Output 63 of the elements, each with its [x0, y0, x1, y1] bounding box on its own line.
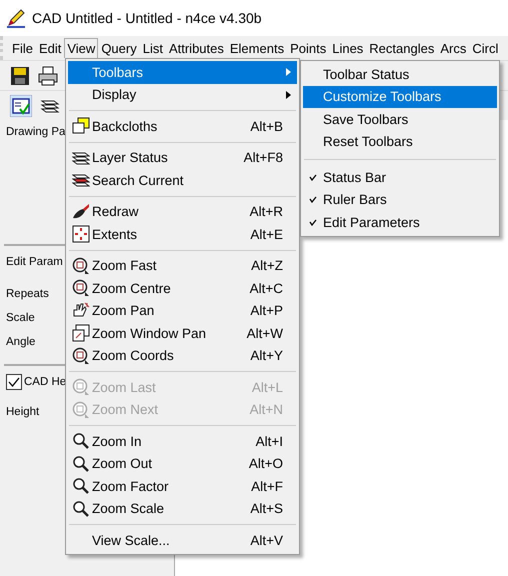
panel-label: Drawing Pa: [6, 126, 66, 138]
printer-icon[interactable]: [38, 66, 58, 86]
extents-icon: [72, 225, 90, 244]
zoom-circle-icon: [72, 279, 90, 298]
panel-label: Repeats: [6, 288, 49, 300]
menu-bar-item[interactable]: List: [140, 38, 166, 58]
menu-item[interactable]: Customize Toolbars: [303, 86, 497, 108]
magnifier-icon: [72, 454, 90, 473]
menu-item[interactable]: Zoom Centre Alt+C: [68, 277, 297, 300]
menu-item[interactable]: Backcloths Alt+B: [68, 115, 297, 138]
menu-bar-item[interactable]: Arcs: [437, 38, 470, 58]
menu-bar-item[interactable]: Elements: [226, 38, 288, 58]
magnifier-icon: [72, 477, 90, 496]
menu-bar-item[interactable]: Rectangles: [366, 38, 438, 58]
menu-item[interactable]: Display: [68, 84, 297, 106]
window-title: CAD Untitled - Untitled - n4ce v4.30b: [32, 10, 262, 26]
menu-bar-item[interactable]: Attributes: [166, 38, 227, 58]
stacked-squares-icon: [72, 117, 90, 136]
menu-item[interactable]: Zoom Factor Alt+F: [68, 475, 297, 498]
menu-bar-item[interactable]: Circl: [469, 38, 502, 58]
menu-item[interactable]: Layer Status Alt+F8: [68, 146, 297, 169]
menu-item[interactable]: Redraw Alt+R: [68, 200, 297, 223]
menu-item[interactable]: Zoom Pan Alt+P: [68, 300, 297, 322]
menu-item[interactable]: Save Toolbars: [303, 108, 497, 130]
menu-bar-item[interactable]: View: [64, 38, 98, 58]
menu-bar-item[interactable]: Lines: [329, 38, 366, 58]
pencil-icon: [6, 8, 26, 28]
menu-item[interactable]: Search Current: [68, 169, 297, 192]
checkbox-label: CAD He: [24, 376, 66, 388]
menu-bar-item[interactable]: Points: [287, 38, 330, 58]
panel-check-icon[interactable]: [10, 94, 32, 116]
panel-label: Angle: [6, 336, 36, 348]
zoom-circle-icon: [72, 400, 90, 419]
paintbrush-icon: [72, 202, 90, 221]
panel-label: Height: [6, 406, 40, 418]
menu-bar-item[interactable]: File: [9, 38, 36, 58]
layers-icon: [72, 150, 90, 166]
panel-label: Scale: [6, 312, 35, 324]
menu-item[interactable]: Reset Toolbars: [303, 130, 497, 153]
menu-item[interactable]: Zoom Out Alt+O: [68, 452, 297, 475]
menu-item[interactable]: Status Bar: [303, 166, 497, 188]
menu-item[interactable]: Toolbar Status: [303, 63, 497, 86]
menu-item[interactable]: Toolbars: [68, 61, 297, 84]
checkbox[interactable]: [6, 374, 22, 390]
menu-bar-item[interactable]: Edit: [36, 38, 64, 58]
menu-item[interactable]: Zoom Scale Alt+S: [68, 498, 297, 520]
window-icon: [72, 324, 90, 342]
menu-item[interactable]: Edit Parameters: [303, 211, 497, 234]
menu-item[interactable]: View Scale... Alt+V: [68, 529, 297, 552]
magnifier-icon: [72, 500, 90, 518]
zoom-circle-icon: [72, 256, 90, 275]
zoom-circle-icon: [72, 346, 90, 365]
zoom-circle-icon: [72, 378, 90, 396]
magnifier-icon: [72, 432, 90, 450]
menu-item[interactable]: Zoom Fast Alt+Z: [68, 254, 297, 277]
panel-label: Edit Param: [6, 256, 63, 268]
menu-item[interactable]: Extents Alt+E: [68, 223, 297, 246]
menu-item[interactable]: Zoom Coords Alt+Y: [68, 344, 297, 367]
menu-item[interactable]: Ruler Bars: [303, 188, 497, 211]
layers-icon: [72, 172, 90, 188]
menu-item[interactable]: Zoom Window Pan Alt+W: [68, 322, 297, 344]
menu-item[interactable]: Zoom In Alt+I: [68, 430, 297, 452]
menu-bar-item[interactable]: Query: [98, 38, 140, 58]
